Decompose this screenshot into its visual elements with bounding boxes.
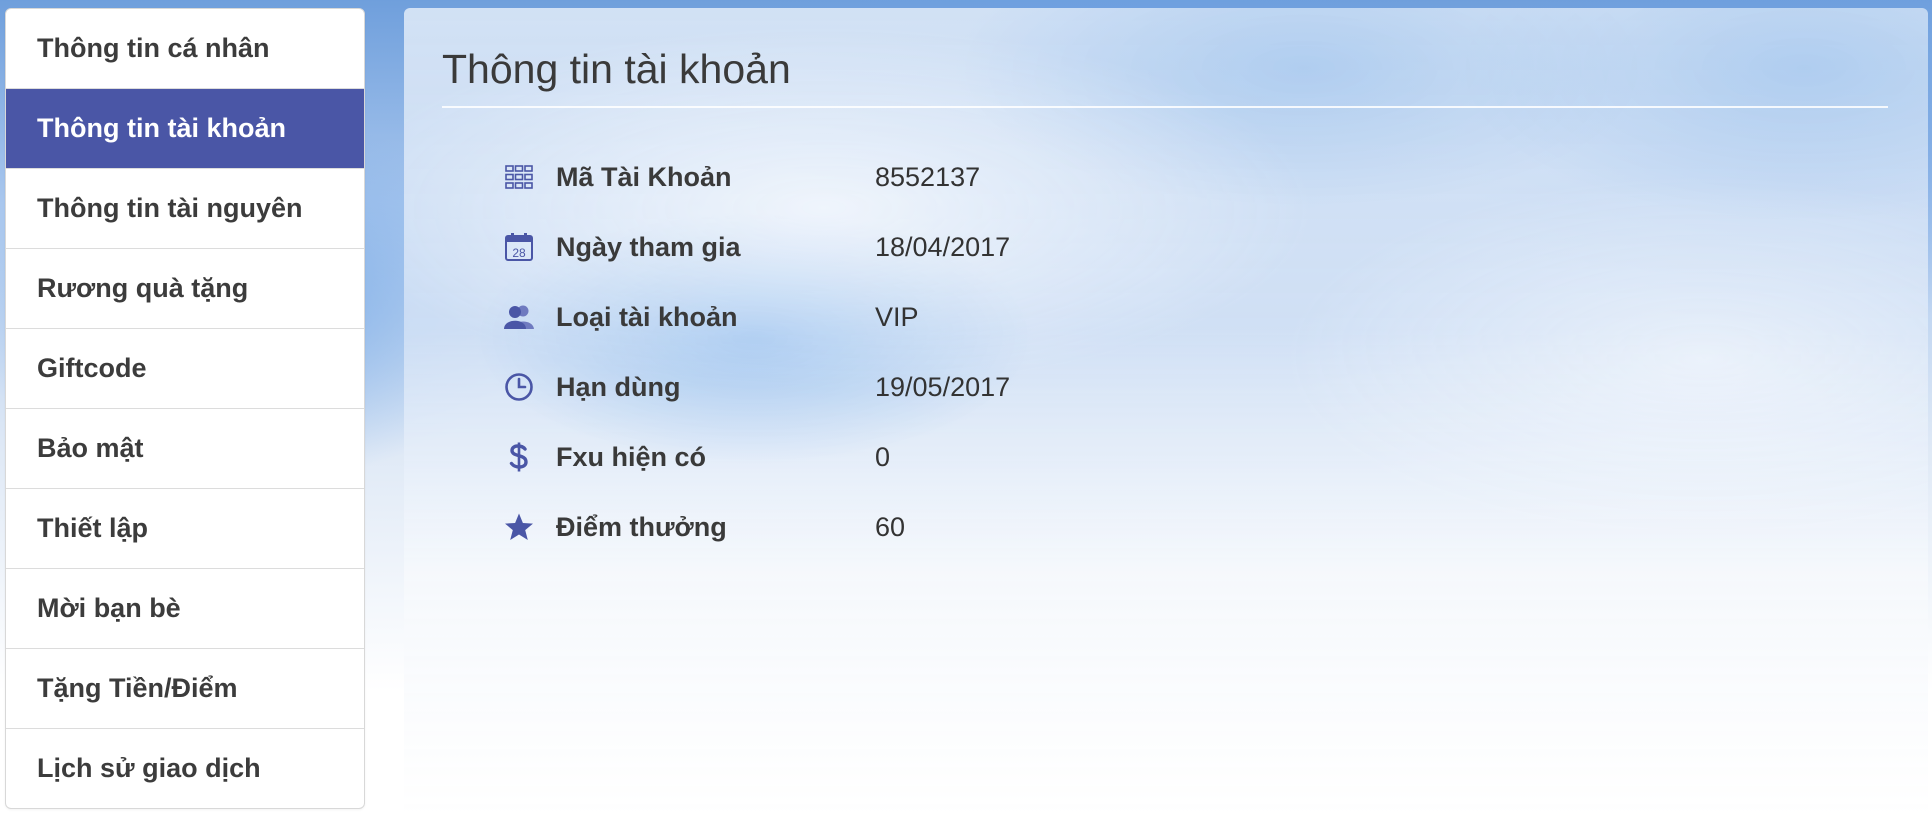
sidebar-item-label: Thông tin tài khoản bbox=[37, 113, 286, 143]
sidebar-item-label: Mời bạn bè bbox=[37, 593, 181, 623]
sidebar-item-personal-info[interactable]: Thông tin cá nhân bbox=[6, 9, 364, 88]
sidebar-item-label: Tặng Tiền/Điểm bbox=[37, 673, 238, 703]
info-row-account-type: Loại tài khoản VIP bbox=[502, 282, 1010, 352]
sidebar-item-security[interactable]: Bảo mật bbox=[6, 408, 364, 488]
sidebar-item-label: Giftcode bbox=[37, 353, 147, 383]
sidebar-item-settings[interactable]: Thiết lập bbox=[6, 488, 364, 568]
info-row-expiry: Hạn dùng 19/05/2017 bbox=[502, 352, 1010, 422]
sidebar-item-gift-chest[interactable]: Rương quà tặng bbox=[6, 248, 364, 328]
sidebar-item-label: Thông tin cá nhân bbox=[37, 33, 270, 63]
clock-icon bbox=[502, 370, 536, 404]
sidebar-item-giftcode[interactable]: Giftcode bbox=[6, 328, 364, 408]
sidebar-item-label: Lịch sử giao dịch bbox=[37, 753, 261, 783]
info-label: Điểm thưởng bbox=[556, 511, 727, 542]
info-row-fxu: Fxu hiện có 0 bbox=[502, 422, 1010, 492]
info-row-reward-points: Điểm thưởng 60 bbox=[502, 492, 1010, 562]
account-type-value: VIP bbox=[875, 301, 919, 332]
info-label: Loại tài khoản bbox=[556, 301, 738, 332]
sidebar-item-account-info[interactable]: Thông tin tài khoản bbox=[6, 88, 364, 168]
expiry-value: 19/05/2017 bbox=[875, 371, 1011, 402]
info-label: Mã Tài Khoản bbox=[556, 161, 732, 192]
sidebar-nav: Thông tin cá nhân Thông tin tài khoản Th… bbox=[5, 8, 365, 809]
sidebar-item-resource-info[interactable]: Thông tin tài nguyên bbox=[6, 168, 364, 248]
info-label: Ngày tham gia bbox=[556, 231, 741, 262]
page-title: Thông tin tài khoản bbox=[442, 46, 791, 92]
sidebar-item-transaction-history[interactable]: Lịch sử giao dịch bbox=[6, 728, 364, 808]
account-info-panel: Thông tin tài khoản Mã Tài Khoản 8552137… bbox=[404, 8, 1928, 814]
info-row-join-date: 28 Ngày tham gia 18/04/2017 bbox=[502, 212, 1010, 282]
dollar-icon bbox=[502, 440, 536, 474]
users-icon bbox=[502, 300, 536, 334]
join-date-value: 18/04/2017 bbox=[875, 231, 1011, 262]
sidebar-item-label: Thông tin tài nguyên bbox=[37, 193, 303, 223]
sidebar-item-label: Rương quà tặng bbox=[37, 273, 249, 303]
calendar-icon: 28 bbox=[502, 230, 536, 264]
star-icon bbox=[502, 510, 536, 544]
info-label: Hạn dùng bbox=[556, 371, 681, 402]
info-label: Fxu hiện có bbox=[556, 441, 707, 472]
sidebar-item-transfer[interactable]: Tặng Tiền/Điểm bbox=[6, 648, 364, 728]
grid-icon bbox=[502, 160, 536, 194]
account-id-value: 8552137 bbox=[875, 161, 981, 192]
sidebar-item-label: Thiết lập bbox=[37, 513, 149, 543]
sidebar-item-label: Bảo mật bbox=[37, 433, 144, 463]
calendar-icon-day: 28 bbox=[512, 246, 526, 260]
account-info-list: Mã Tài Khoản 8552137 28 Ngày tham gia 18… bbox=[502, 142, 1010, 562]
title-divider bbox=[442, 106, 1888, 108]
reward-points-value: 60 bbox=[875, 511, 906, 542]
info-row-account-id: Mã Tài Khoản 8552137 bbox=[502, 142, 1010, 212]
fxu-value: 0 bbox=[875, 441, 891, 472]
sidebar-item-invite-friends[interactable]: Mời bạn bè bbox=[6, 568, 364, 648]
